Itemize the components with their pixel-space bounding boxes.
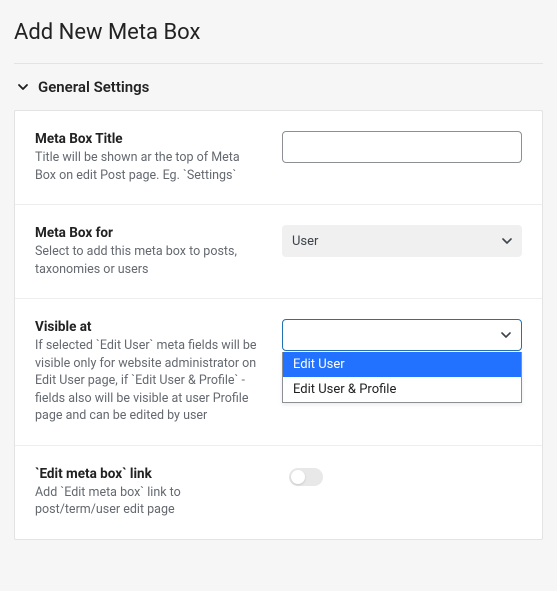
divider (14, 63, 543, 64)
section-toggle-general[interactable]: General Settings (14, 78, 543, 96)
desc-title: Title will be shown ar the top of Meta B… (35, 149, 262, 184)
section-label: General Settings (38, 78, 149, 96)
dropdown-visible: Edit User Edit User & Profile (282, 352, 522, 403)
row-for: Meta Box for Select to add this meta box… (15, 205, 542, 299)
label-for: Meta Box for (35, 225, 262, 241)
toggle-knob (291, 470, 305, 484)
label-visible: Visible at (35, 319, 262, 335)
option-edit-user-profile[interactable]: Edit User & Profile (283, 377, 521, 402)
chevron-down-icon (500, 234, 514, 248)
row-editlink: `Edit meta box` link Add `Edit meta box`… (15, 446, 542, 539)
page-title: Add New Meta Box (14, 20, 543, 45)
desc-editlink: Add `Edit meta box` link to post/term/us… (35, 484, 269, 519)
select-for-value: User (292, 234, 318, 249)
settings-panel: Meta Box Title Title will be shown ar th… (14, 110, 543, 540)
toggle-editlink[interactable] (289, 468, 323, 486)
chevron-down-icon (16, 80, 30, 94)
input-title[interactable] (282, 131, 522, 163)
desc-for: Select to add this meta box to posts, ta… (35, 243, 262, 278)
chevron-down-icon (499, 328, 513, 342)
label-editlink: `Edit meta box` link (35, 466, 269, 482)
row-title: Meta Box Title Title will be shown ar th… (15, 111, 542, 205)
select-visible[interactable] (282, 319, 522, 351)
label-title: Meta Box Title (35, 131, 262, 147)
desc-visible: If selected `Edit User` meta fields will… (35, 337, 262, 425)
select-for[interactable]: User (282, 225, 522, 257)
row-visible: Visible at If selected `Edit User` meta … (15, 299, 542, 446)
option-edit-user[interactable]: Edit User (283, 352, 521, 377)
